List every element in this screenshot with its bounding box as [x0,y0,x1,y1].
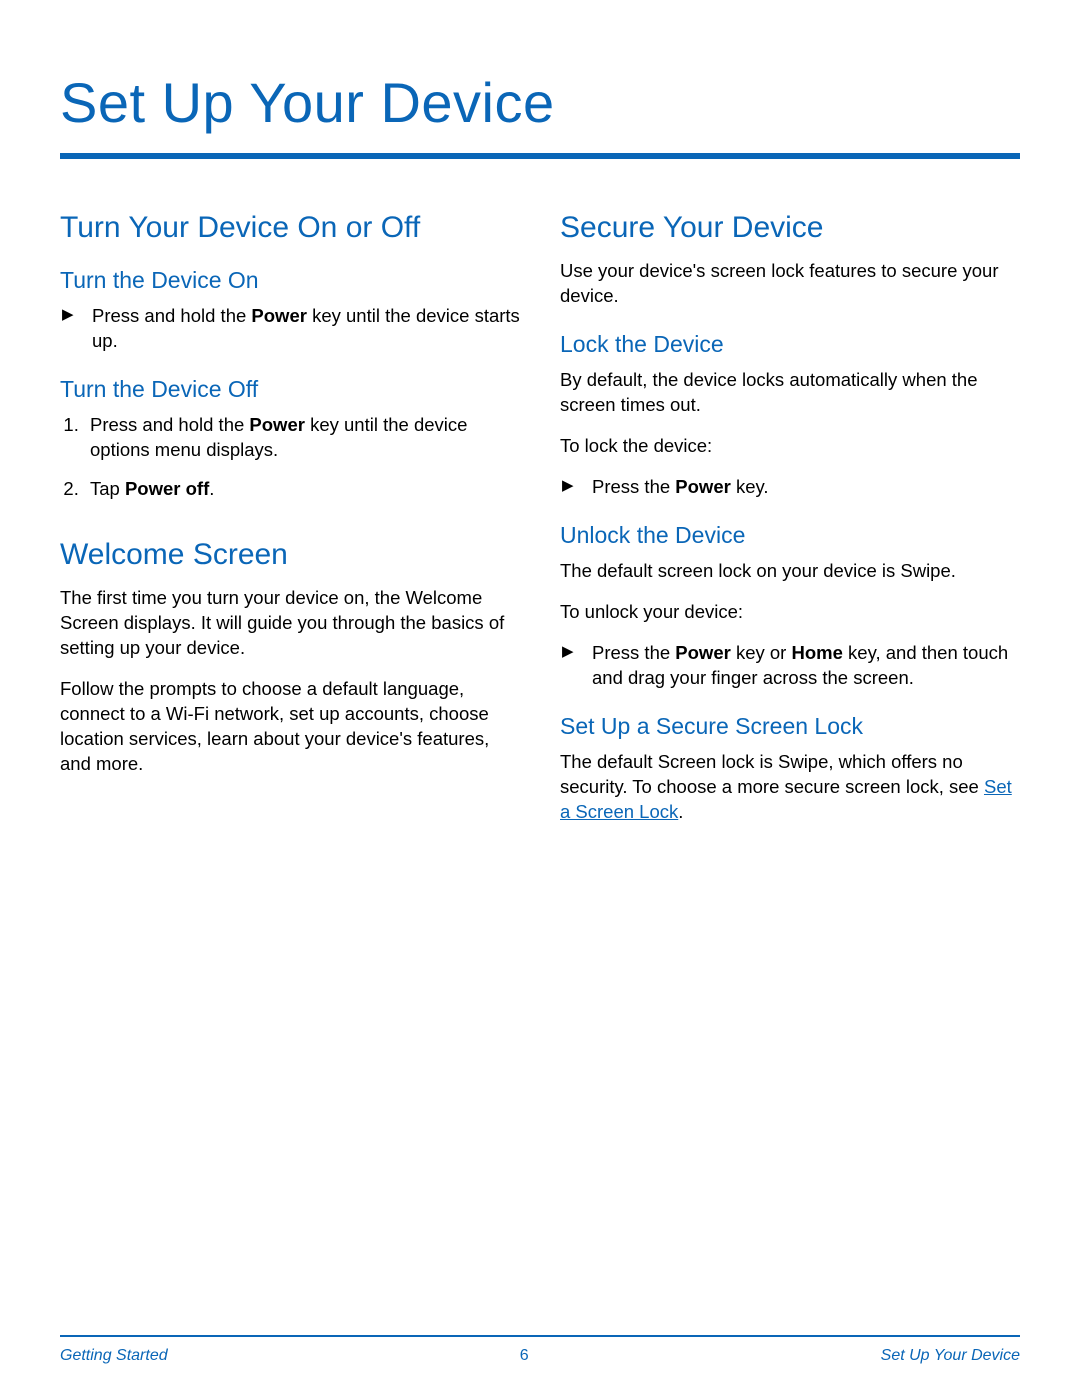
list-item: Tap Power off. [84,477,520,502]
bold-run: Power off [125,478,209,499]
bullet-list: Press the Power key. [560,475,1020,500]
bold-run: Power [249,414,305,435]
text-run: Press and hold the [90,414,249,435]
two-column-layout: Turn Your Device On or Off Turn the Devi… [60,199,1020,841]
ordered-list: Press and hold the Power key until the d… [60,413,520,502]
subheading-turn-off: Turn the Device Off [60,376,520,403]
paragraph: The first time you turn your device on, … [60,586,520,661]
paragraph: To lock the device: [560,434,1020,459]
section-heading-secure: Secure Your Device [560,211,1020,245]
footer-page-number: 6 [520,1347,529,1365]
subheading-unlock: Unlock the Device [560,522,1020,549]
text-run: Press the [592,476,675,497]
bullet-list: Press and hold the Power key until the d… [60,304,520,354]
text-run: Tap [90,478,125,499]
bold-run: Power [675,476,731,497]
page-title: Set Up Your Device [60,70,1020,135]
bullet-list: Press the Power key or Home key, and the… [560,641,1020,691]
paragraph: By default, the device locks automatical… [560,368,1020,418]
subheading-setup-lock: Set Up a Secure Screen Lock [560,713,1020,740]
bold-run: Home [792,642,843,663]
section-heading-turn-on-off: Turn Your Device On or Off [60,211,520,245]
footer-left: Getting Started [60,1347,168,1365]
text-run: . [209,478,214,499]
text-run: Press the [592,642,675,663]
paragraph: To unlock your device: [560,600,1020,625]
text-run: key or [731,642,792,663]
subheading-lock: Lock the Device [560,331,1020,358]
list-item: Press and hold the Power key until the d… [84,413,520,463]
paragraph: Follow the prompts to choose a default l… [60,677,520,777]
horizontal-rule [60,153,1020,159]
section-heading-welcome: Welcome Screen [60,538,520,572]
bold-run: Power [675,642,731,663]
page-footer: Getting Started 6 Set Up Your Device [0,1335,1080,1365]
footer-right: Set Up Your Device [881,1347,1020,1365]
paragraph: The default screen lock on your device i… [560,559,1020,584]
list-item: Press and hold the Power key until the d… [84,304,520,354]
left-column: Turn Your Device On or Off Turn the Devi… [60,199,520,841]
text-run: . [678,801,683,822]
text-run: Press and hold the [92,305,251,326]
paragraph: The default Screen lock is Swipe, which … [560,750,1020,825]
subheading-turn-on: Turn the Device On [60,267,520,294]
list-item: Press the Power key. [584,475,1020,500]
text-run: The default Screen lock is Swipe, which … [560,751,984,797]
footer-bar: Getting Started 6 Set Up Your Device [60,1335,1020,1365]
bold-run: Power [251,305,307,326]
right-column: Secure Your Device Use your device's scr… [560,199,1020,841]
document-page: Set Up Your Device Turn Your Device On o… [0,0,1080,1397]
text-run: key. [731,476,769,497]
paragraph: Use your device's screen lock features t… [560,259,1020,309]
list-item: Press the Power key or Home key, and the… [584,641,1020,691]
